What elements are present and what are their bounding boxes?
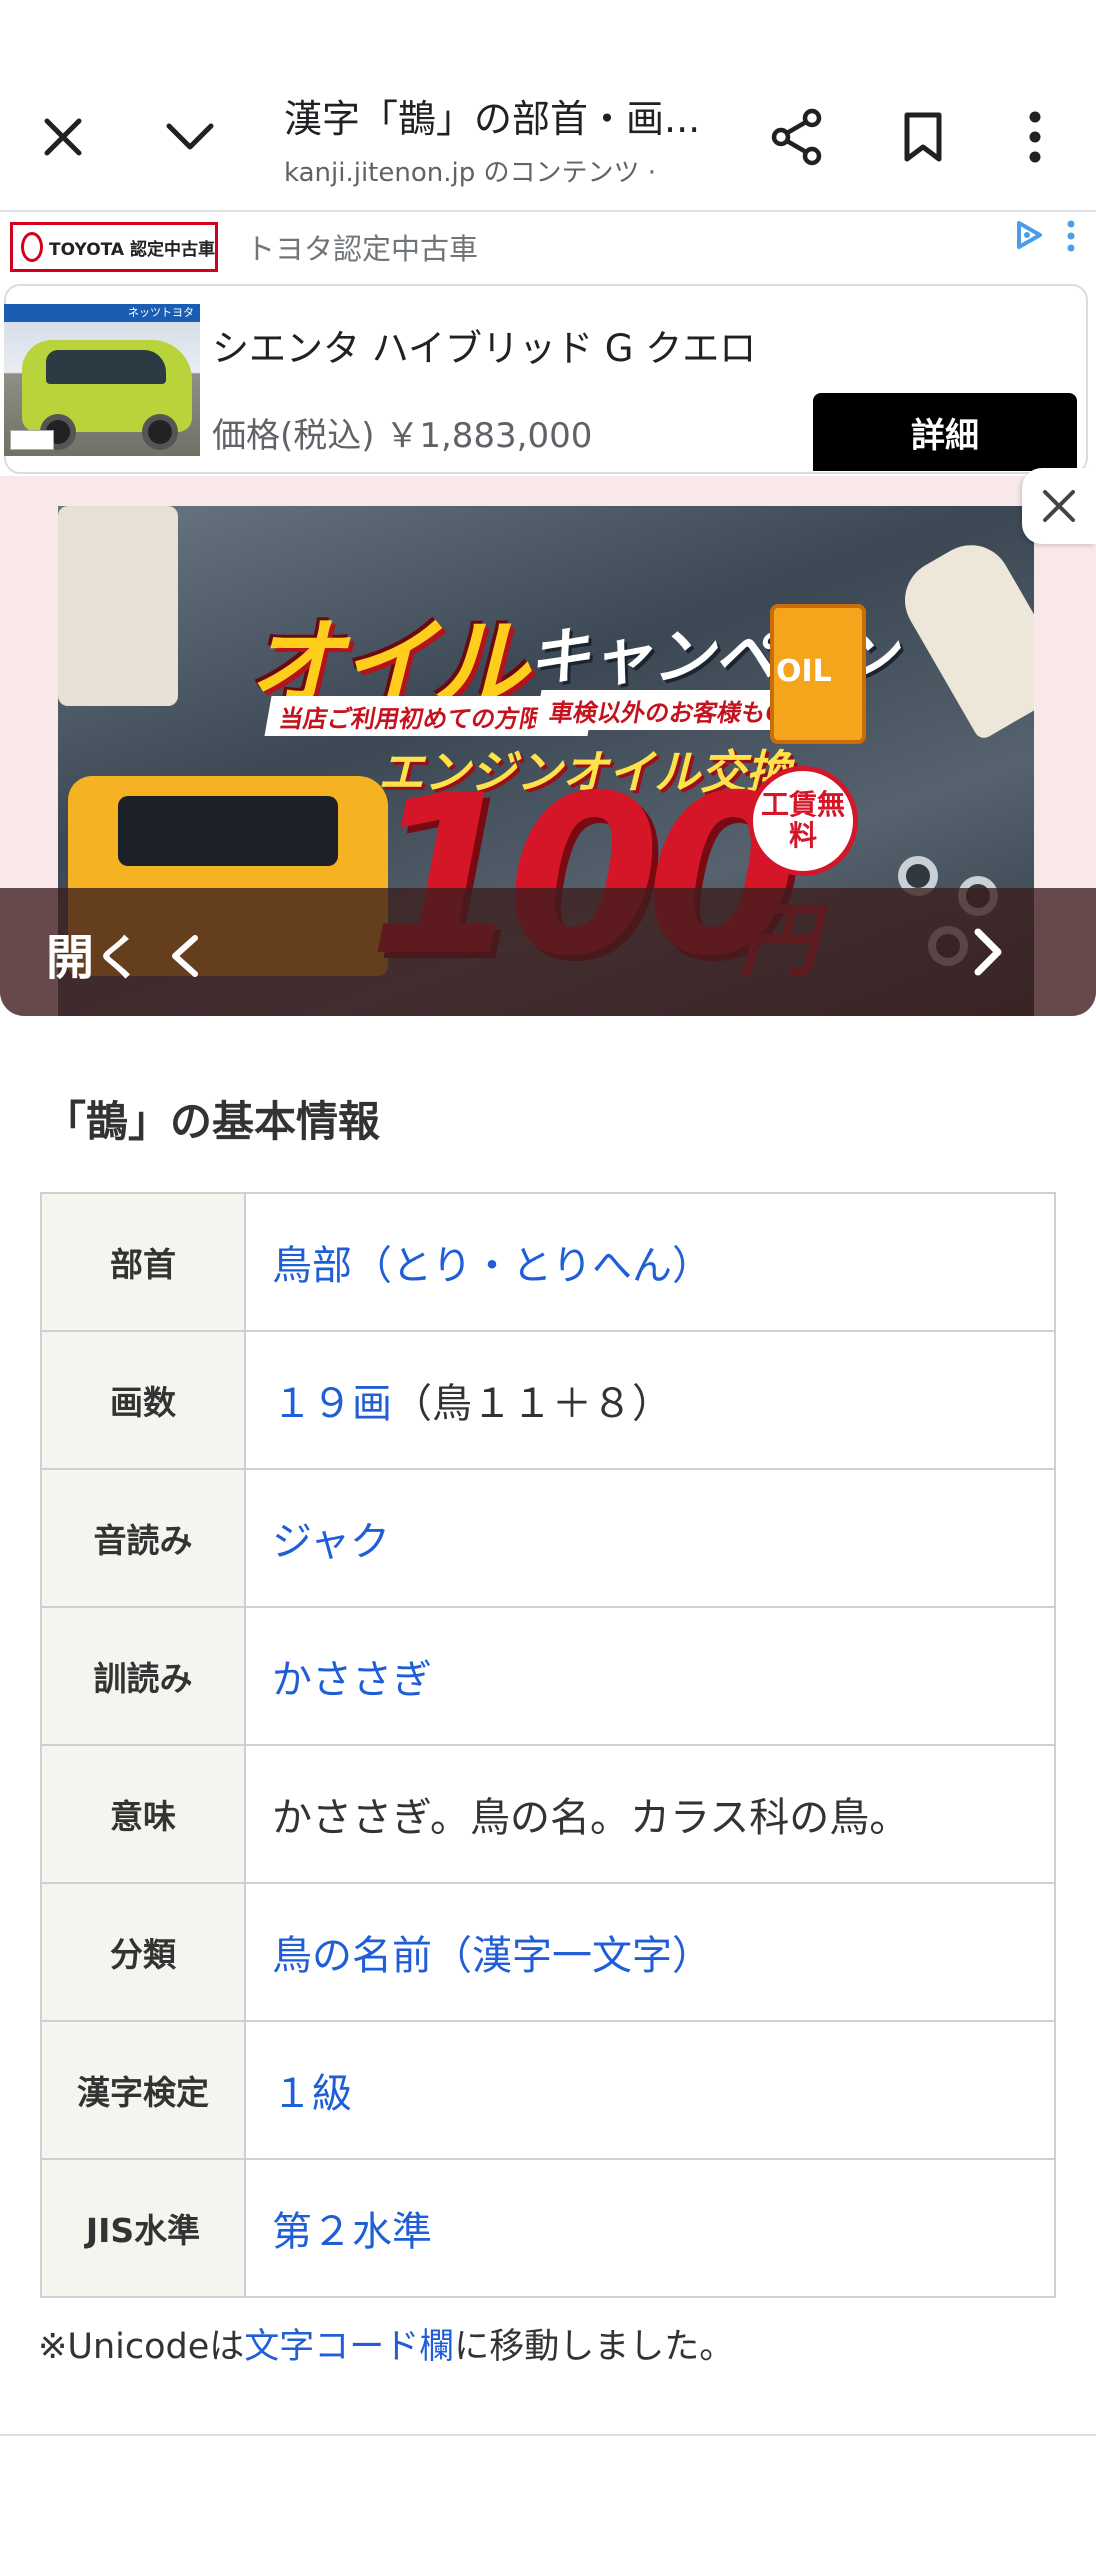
page-url: kanji.jitenon.jp のコンテンツ · — [284, 158, 657, 188]
more-vert-icon — [1029, 111, 1041, 163]
bookmark-icon — [904, 112, 942, 162]
row-label: 音読み — [40, 1468, 246, 1608]
browser-top-bar: 漢字「鵲」の部首・画... kanji.jitenon.jp のコンテンツ · — [0, 0, 1096, 212]
adchoices-icon[interactable] — [1014, 220, 1044, 250]
table-row: 意味 かささぎ。鳥の名。カラス科の鳥。 — [40, 1744, 1056, 1884]
funnel-shape — [890, 530, 1034, 742]
close-icon — [1043, 490, 1075, 522]
row-value-link[interactable]: 鳥の名前（漢字一文字） — [272, 1933, 712, 1979]
ad-close-button[interactable] — [1022, 468, 1096, 544]
advertiser-logo[interactable]: TOYOTA 認定中古車 — [10, 222, 218, 272]
ad-next-button[interactable] — [964, 912, 1014, 992]
row-value-link[interactable]: １９画 — [272, 1381, 392, 1427]
minimize-button[interactable] — [145, 92, 235, 182]
row-value-link[interactable]: ジャク — [272, 1519, 390, 1565]
kanji-info-table: 部首 鳥部（とり・とりへん） 画数 １９画（鳥１１＋８） 音読み ジャク 訓読み かささぎ 意味… — [40, 1192, 1056, 2298]
car-window-shape — [46, 350, 166, 384]
toyota-logo-icon — [21, 232, 44, 262]
row-value-cell: 鳥の名前（漢字一文字） — [244, 1882, 1056, 2022]
license-plate-shape — [10, 430, 54, 450]
row-value-cell: １９画（鳥１１＋８） — [244, 1330, 1056, 1470]
unicode-note: ※Unicodeは文字コード欄に移動しました。 — [38, 2318, 734, 2369]
share-button[interactable] — [752, 92, 842, 182]
row-value: かささぎ。鳥の名。カラス科の鳥。 — [272, 1795, 910, 1841]
page-title: 漢字「鵲」の部首・画... — [284, 97, 701, 141]
row-value-link[interactable]: かささぎ — [272, 1657, 432, 1703]
bookmark-button[interactable] — [878, 92, 968, 182]
table-row: 音読み ジャク — [40, 1468, 1056, 1608]
car-wheel-shape — [142, 414, 178, 450]
row-label: JIS水準 — [40, 2158, 246, 2298]
advertiser-logo-text: TOYOTA 認定中古車 — [49, 239, 215, 260]
ad-options-icon[interactable] — [1060, 220, 1082, 252]
advertiser-name[interactable]: トヨタ認定中古車 — [246, 226, 478, 268]
row-label: 訓読み — [40, 1606, 246, 1746]
table-row: 漢字検定 １級 — [40, 2020, 1056, 2160]
close-tab-button[interactable] — [18, 92, 108, 182]
table-row: 分類 鳥の名前（漢字一文字） — [40, 1882, 1056, 2022]
row-label: 漢字検定 — [40, 2020, 246, 2160]
divider — [0, 2434, 1096, 2436]
row-value-cell: １級 — [244, 2020, 1056, 2160]
row-value-link[interactable]: 第２水準 — [272, 2209, 432, 2255]
row-value-suffix: （鳥１１＋８） — [392, 1381, 672, 1427]
row-label: 意味 — [40, 1744, 246, 1884]
chevron-down-icon — [166, 123, 214, 150]
row-label: 部首 — [40, 1192, 246, 1332]
char-code-link[interactable]: 文字コード欄 — [244, 2327, 454, 2367]
table-row: 訓読み かささぎ — [40, 1606, 1056, 1746]
row-label: 分類 — [40, 1882, 246, 2022]
section-title: 「鵲」の基本情報 — [44, 1097, 381, 1146]
ad-open-button[interactable]: 開く — [46, 918, 199, 988]
ad-product-price: 価格(税込) ￥1,883,000 — [212, 416, 593, 456]
ad-creative-badge: 工賃無料 — [748, 766, 858, 876]
more-options-button[interactable] — [990, 92, 1080, 182]
close-icon — [44, 118, 82, 156]
share-icon — [771, 108, 822, 166]
note-prefix: ※Unicodeは — [38, 2327, 245, 2367]
note-suffix: に移動しました。 — [454, 2327, 735, 2367]
table-row: JIS水準 第２水準 — [40, 2158, 1056, 2298]
row-value-cell: 第２水準 — [244, 2158, 1056, 2298]
ad-image-tag: ネッツトヨタ — [4, 304, 200, 322]
row-value-link[interactable]: １級 — [272, 2071, 352, 2117]
row-value-cell: かささぎ — [244, 1606, 1056, 1746]
row-label: 画数 — [40, 1330, 246, 1470]
chevron-right-icon — [974, 928, 1002, 976]
row-value-cell: かささぎ。鳥の名。カラス科の鳥。 — [244, 1744, 1056, 1884]
row-value-cell: ジャク — [244, 1468, 1056, 1608]
oil-bottle-shape — [58, 506, 178, 706]
ad-details-button[interactable]: 詳細 — [813, 393, 1077, 471]
ad-product-name[interactable]: シエンタ ハイブリッド G クエロ — [212, 318, 756, 372]
table-row: 部首 鳥部（とり・とりへん） — [40, 1192, 1056, 1332]
ad-open-label: 開く — [46, 930, 143, 986]
table-row: 画数 １９画（鳥１１＋８） — [40, 1330, 1056, 1470]
car-window-shape — [118, 796, 338, 866]
ad-creative-oil-label: OIL — [776, 654, 832, 689]
row-value-link[interactable]: 鳥部（とり・とりへん） — [272, 1243, 712, 1289]
chevron-left-icon — [171, 935, 198, 977]
ad-product-image[interactable]: ネッツトヨタ — [4, 304, 200, 456]
row-value-cell: 鳥部（とり・とりへん） — [244, 1192, 1056, 1332]
